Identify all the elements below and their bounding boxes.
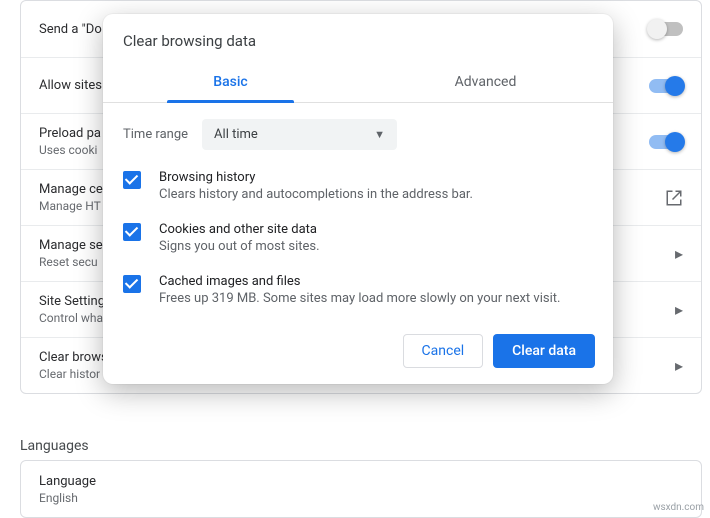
- tab-basic[interactable]: Basic: [103, 64, 358, 102]
- time-range-row: Time range All time ▼: [103, 103, 613, 160]
- option-title: Cookies and other site data: [159, 222, 320, 237]
- dialog-actions: Cancel Clear data: [103, 316, 613, 370]
- time-range-label: Time range: [123, 127, 188, 142]
- option-sub: Signs you out of most sites.: [159, 239, 320, 254]
- tab-advanced[interactable]: Advanced: [358, 64, 613, 102]
- clear-browsing-data-dialog: Clear browsing data Basic Advanced Time …: [103, 14, 613, 384]
- option-sub: Clears history and autocompletions in th…: [159, 187, 473, 202]
- option-title: Cached images and files: [159, 274, 560, 289]
- cancel-button[interactable]: Cancel: [403, 334, 484, 368]
- checkbox-browsing-history[interactable]: [123, 171, 141, 189]
- dropdown-caret-icon: ▼: [374, 128, 385, 141]
- option-browsing-history[interactable]: Browsing history Clears history and auto…: [103, 160, 613, 212]
- checkbox-cookies[interactable]: [123, 223, 141, 241]
- dialog-title: Clear browsing data: [103, 14, 613, 64]
- dialog-tabs: Basic Advanced: [103, 64, 613, 103]
- option-cached[interactable]: Cached images and files Frees up 319 MB.…: [103, 264, 613, 316]
- watermark: wsxdn.com: [653, 502, 704, 513]
- clear-data-button[interactable]: Clear data: [493, 334, 595, 368]
- option-cookies[interactable]: Cookies and other site data Signs you ou…: [103, 212, 613, 264]
- time-range-value: All time: [214, 127, 258, 142]
- checkbox-cached[interactable]: [123, 275, 141, 293]
- time-range-select[interactable]: All time ▼: [202, 119, 397, 150]
- option-sub: Frees up 319 MB. Some sites may load mor…: [159, 291, 560, 306]
- option-title: Browsing history: [159, 170, 473, 185]
